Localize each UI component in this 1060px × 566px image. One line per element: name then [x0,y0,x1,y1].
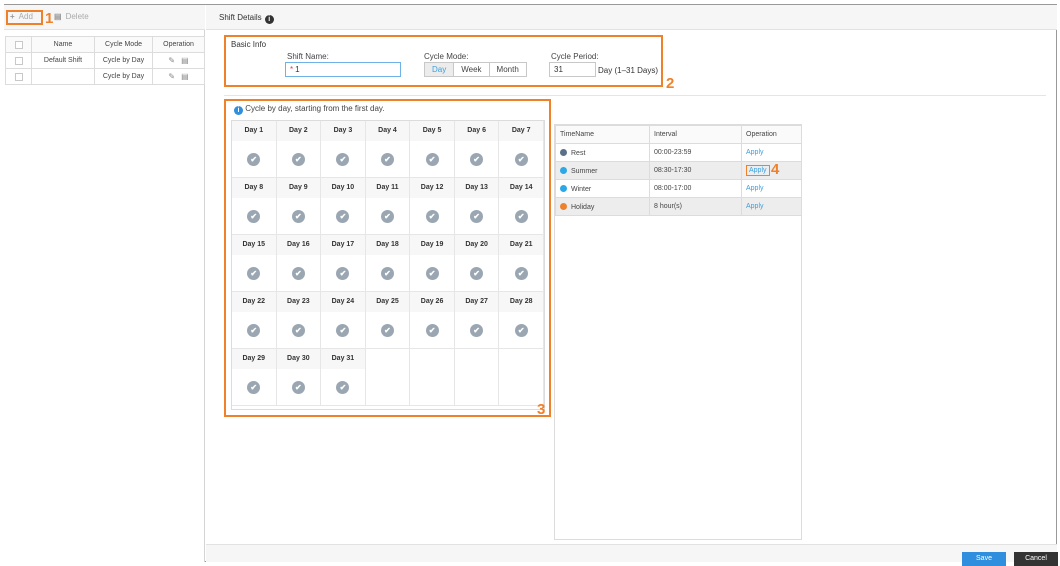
apply-link[interactable]: Apply [746,165,770,176]
time-interval: 00:00-23:59 [649,143,742,162]
trash-icon[interactable]: ▤ [181,72,189,81]
time-interval: 08:00-17:00 [649,179,742,198]
callout-number-2: 2 [666,75,675,92]
shift-table-header: Name Cycle Mode Operation [5,36,205,53]
callout-box-3 [224,99,551,417]
apply-link[interactable]: Apply [746,149,764,156]
table-row[interactable]: Winter 08:00-17:00 Apply [555,179,802,198]
time-name: Rest [571,149,586,157]
col-operation: Operation [741,125,802,144]
pencil-icon[interactable]: ✎ [168,72,175,81]
time-interval: 08:30-17:30 [649,161,742,180]
callout-box-1 [6,10,43,25]
select-all-checkbox[interactable] [14,40,23,49]
timetable-header: TimeName Interval Operation [555,125,802,144]
shift-cycle-mode: Cycle by Day [94,68,153,85]
table-row[interactable]: Rest 00:00-23:59 Apply [555,143,802,162]
trash-icon: ▤ [54,12,62,21]
shift-name [31,68,95,85]
col-name: Name [31,36,95,53]
callout-number-4: 4 [771,161,780,178]
callout-number-1: 1 [45,10,54,27]
status-dot [560,184,567,192]
time-name: Holiday [571,203,595,211]
table-row[interactable]: Cycle by Day ✎ ▤ [5,68,205,85]
col-time-name: TimeName [555,125,650,144]
details-title-text: Shift Details [219,13,262,22]
details-header: Shift Details i [206,5,1057,30]
footer-bar [206,544,1057,562]
time-name: Summer [571,167,598,175]
timetable-panel: TimeName Interval Operation Rest 00:00-2… [554,124,802,540]
shift-cycle-mode: Cycle by Day [94,52,153,69]
callout-box-2 [224,35,663,87]
pencil-icon[interactable]: ✎ [168,56,175,65]
time-name: Winter [571,185,592,193]
delete-label: Delete [65,12,89,21]
apply-link[interactable]: Apply [746,203,764,210]
divider [224,95,1046,96]
apply-link[interactable]: Apply [746,185,764,192]
cancel-button[interactable]: Cancel [1014,552,1058,566]
table-row[interactable]: Holiday 8 hour(s) Apply [555,197,802,216]
time-interval: 8 hour(s) [649,197,742,216]
row-checkbox[interactable] [14,56,23,65]
col-cycle-mode: Cycle Mode [94,36,153,53]
col-operation: Operation [152,36,205,53]
status-dot [560,148,567,156]
row-checkbox[interactable] [14,72,23,81]
status-dot [560,166,567,174]
table-row[interactable]: Summer 08:30-17:30 Apply [555,161,802,180]
callout-number-3: 3 [537,401,546,418]
timetable: TimeName Interval Operation Rest 00:00-2… [555,125,802,216]
info-icon[interactable]: i [264,15,274,24]
save-button[interactable]: Save [962,552,1006,566]
table-row[interactable]: Default Shift Cycle by Day ✎ ▤ [5,52,205,69]
status-dot [560,202,567,210]
shift-list-panel: + Add ▤ Delete Name Cycle Mode Operation D… [4,5,205,562]
details-title: Shift Details i [219,13,274,24]
delete-button[interactable]: ▤ Delete [54,12,89,21]
shift-name: Default Shift [31,52,95,69]
select-all-cell[interactable] [5,36,32,53]
trash-icon[interactable]: ▤ [181,56,189,65]
col-interval: Interval [649,125,742,144]
shift-table: Name Cycle Mode Operation Default Shift … [5,36,205,85]
